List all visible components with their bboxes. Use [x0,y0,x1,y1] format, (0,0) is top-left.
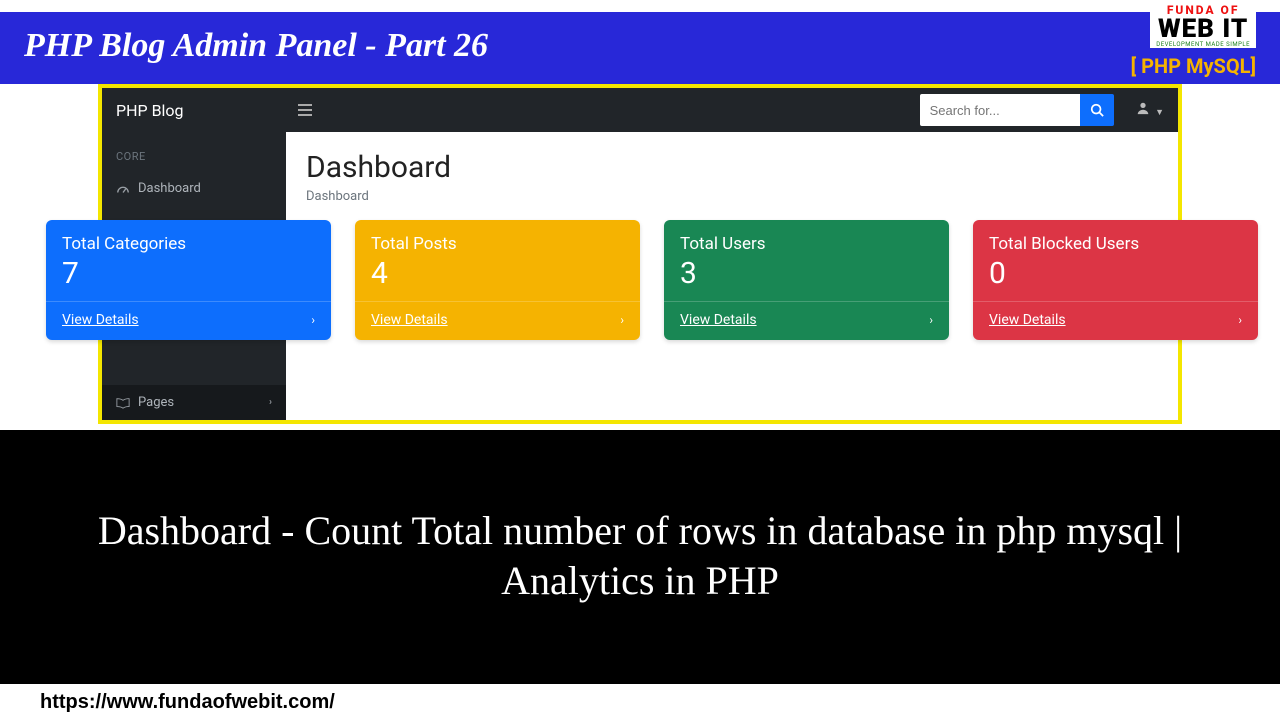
video-title-header: PHP Blog Admin Panel - Part 26 FUNDA OF … [0,12,1280,84]
view-details-link[interactable]: View Details [989,312,1066,328]
stat-card-title: Total Posts [371,234,624,254]
stat-card-title: Total Blocked Users [989,234,1242,254]
footer-url-bar: https://www.fundaofwebit.com/ [0,682,1280,720]
footer-url-text: https://www.fundaofwebit.com/ [40,691,335,714]
app-brand[interactable]: PHP Blog [102,101,286,120]
stat-card-value: 3 [680,256,933,291]
stat-card: Total Blocked Users0 View Details › [973,220,1258,340]
view-details-link[interactable]: View Details [371,312,448,328]
view-details-link[interactable]: View Details [680,312,757,328]
sidebar-item-dashboard[interactable]: Dashboard [102,171,286,206]
search-icon [1090,103,1104,117]
sidebar-item-pages[interactable]: Pages › [102,385,286,420]
user-menu[interactable]: ▼ [1122,101,1178,119]
search-input[interactable] [920,94,1080,126]
search-form [920,94,1114,126]
logo-main-text: WEB IT [1156,16,1250,42]
stat-card-title: Total Users [680,234,933,254]
sidebar-item-label: Dashboard [138,181,201,196]
user-icon [1136,103,1153,119]
stat-card: Total Categories7 View Details › [46,220,331,340]
stat-card-value: 0 [989,256,1242,291]
stat-card-title: Total Categories [62,234,315,254]
chevron-right-icon: › [620,313,624,327]
caret-down-icon: ▼ [1155,108,1164,118]
gauge-icon [116,182,130,196]
book-icon [116,397,130,409]
caption-band: Dashboard - Count Total number of rows i… [0,430,1280,682]
page-title: Dashboard [306,150,1158,185]
chevron-right-icon: › [269,397,272,408]
stat-card: Total Users3 View Details › [664,220,949,340]
search-button[interactable] [1080,94,1114,126]
stat-cards-row: Total Categories7View Details›Total Post… [46,220,1258,340]
stat-card-value: 7 [62,256,315,291]
view-details-link[interactable]: View Details [62,312,139,328]
header-title: PHP Blog Admin Panel - Part 26 [24,27,488,65]
hamburger-icon[interactable] [286,104,324,116]
caption-text: Dashboard - Count Total number of rows i… [60,506,1220,606]
brand-logo: FUNDA OF WEB IT DEVELOPMENT MADE SIMPLE [1150,2,1256,48]
chevron-right-icon: › [1238,313,1242,327]
logo-sub-text: DEVELOPMENT MADE SIMPLE [1156,42,1250,48]
chevron-right-icon: › [929,313,933,327]
header-tagline: [ PHP MySQL] [1131,54,1256,78]
chevron-right-icon: › [311,313,315,327]
admin-topnav: PHP Blog ▼ [102,88,1178,132]
stat-card-value: 4 [371,256,624,291]
sidebar-section-core: CORE [102,142,286,171]
stat-card: Total Posts4 View Details › [355,220,640,340]
sidebar-item-label: Pages [138,395,174,410]
breadcrumb: Dashboard [306,189,1158,204]
